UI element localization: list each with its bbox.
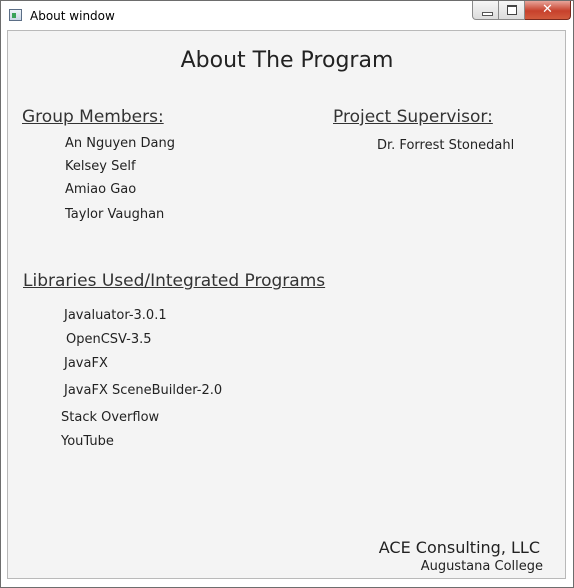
group-members-header: Group Members: [22,107,164,127]
libraries-header: Libraries Used/Integrated Programs [23,271,326,291]
group-member-item: Taylor Vaughan [65,207,165,222]
library-item: JavaFX [64,356,108,371]
group-member-item: Kelsey Self [65,159,136,174]
group-member-item: Amiao Gao [65,182,137,197]
window-title: About window [30,9,115,23]
college-name: Augustana College [420,559,543,574]
supervisor-name: Dr. Forrest Stonedahl [377,138,515,153]
app-window-icon [9,9,22,21]
library-item: OpenCSV-3.5 [66,332,152,347]
project-supervisor-header: Project Supervisor: [333,107,493,127]
about-window: About window ✕ [0,0,574,588]
minimize-button[interactable] [472,1,499,20]
close-button[interactable]: ✕ [525,1,571,20]
company-name: ACE Consulting, LLC [378,538,540,557]
title-bar[interactable]: About window ✕ [1,1,573,30]
close-icon: ✕ [542,2,553,17]
caption-buttons: ✕ [472,1,571,21]
library-item: Javaluator-3.0.1 [64,308,167,323]
maximize-button[interactable] [499,1,525,20]
page-title: About The Program [180,48,394,73]
library-item: JavaFX SceneBuilder-2.0 [64,383,223,398]
library-item: YouTube [61,434,114,449]
library-item: Stack Overflow [61,410,160,425]
group-member-item: An Nguyen Dang [65,136,176,151]
